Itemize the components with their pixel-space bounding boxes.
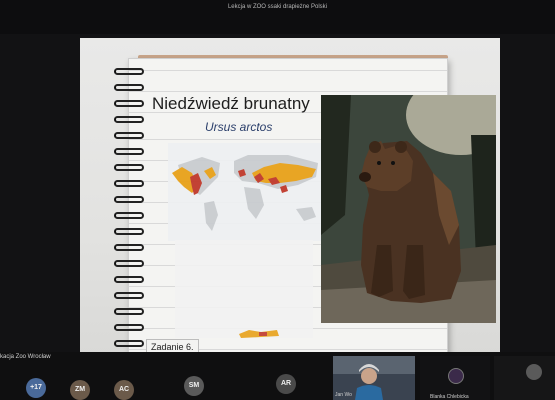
spiral-ring bbox=[114, 260, 144, 267]
range-map bbox=[168, 143, 322, 241]
participant-name: Blanka Chlebicka bbox=[430, 394, 469, 400]
spiral-ring bbox=[114, 100, 144, 107]
bear-photo bbox=[321, 95, 496, 323]
spiral-ring bbox=[114, 228, 144, 235]
spiral-ring bbox=[114, 68, 144, 75]
avatar[interactable]: AC bbox=[114, 380, 134, 400]
avatar bbox=[448, 368, 464, 384]
spiral-ring bbox=[114, 116, 144, 123]
spiral-ring bbox=[114, 244, 144, 251]
range-map-lower bbox=[175, 240, 313, 338]
participant-tile[interactable]: Blanka Chlebicka bbox=[420, 356, 490, 400]
avatar[interactable]: ZM bbox=[70, 380, 90, 400]
spiral-ring bbox=[114, 196, 144, 203]
spiral-ring bbox=[114, 212, 144, 219]
spiral-ring bbox=[114, 164, 144, 171]
spiral-ring bbox=[114, 340, 144, 347]
spiral-ring bbox=[114, 132, 144, 139]
organization-label: kacja Zoo Wrocław bbox=[0, 354, 51, 360]
participants-overflow-button[interactable]: +17 bbox=[26, 378, 46, 398]
spiral-ring bbox=[114, 324, 144, 331]
avatar bbox=[526, 364, 542, 380]
participant-name: Jan Wo bbox=[335, 392, 352, 398]
spiral-ring bbox=[114, 148, 144, 155]
spiral-ring bbox=[114, 276, 144, 283]
bear-image bbox=[321, 95, 496, 323]
avatar[interactable]: SM bbox=[184, 376, 204, 396]
participant-video-tile[interactable]: Jan Wo bbox=[333, 356, 415, 400]
slide-title: Niedźwiedź brunatny bbox=[152, 94, 310, 113]
spiral-ring bbox=[114, 292, 144, 299]
slide-latin-name: Ursus arctos bbox=[205, 120, 273, 134]
avatar[interactable]: AR bbox=[276, 374, 296, 394]
world-map-image bbox=[172, 155, 318, 231]
participant-tile[interactable] bbox=[494, 356, 555, 400]
map-fragment-image bbox=[239, 330, 279, 338]
spiral-ring bbox=[114, 84, 144, 91]
spiral-ring bbox=[114, 308, 144, 315]
meeting-title: Lekcja w ZOO ssaki drapieżne Polski bbox=[227, 4, 328, 10]
spiral-ring bbox=[114, 180, 144, 187]
